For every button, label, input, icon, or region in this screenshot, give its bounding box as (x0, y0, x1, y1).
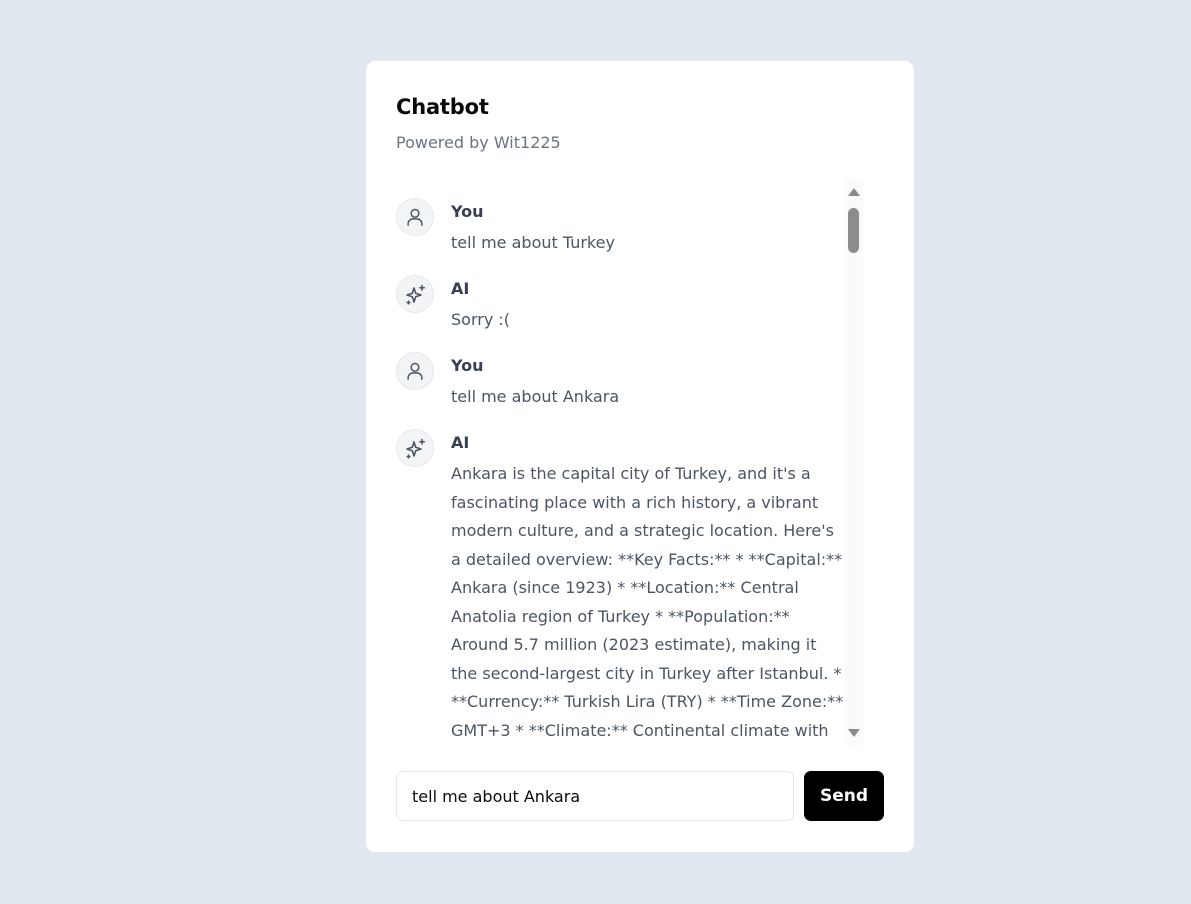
scroll-up-arrow-icon[interactable] (848, 188, 860, 196)
message-sender: You (451, 202, 484, 221)
message-text: tell me about Ankara (451, 387, 620, 406)
page-subtitle: Powered by Wit1225 (396, 133, 561, 152)
message-input[interactable] (396, 771, 794, 821)
chat-card: Chatbot Powered by Wit1225 You tell me a… (366, 61, 914, 852)
sparkles-icon (406, 284, 426, 305)
message-sender: AI (451, 433, 470, 452)
message-list[interactable]: You tell me about Turkey AI Sorry :(You… (396, 180, 845, 745)
scroll-thumb[interactable] (848, 208, 859, 253)
user-avatar (396, 198, 434, 236)
ai-avatar (396, 275, 434, 313)
message-sender: You (451, 356, 484, 375)
user-icon (407, 362, 423, 380)
message-text: tell me about Turkey (451, 233, 615, 252)
user-icon (407, 208, 423, 226)
sparkles-icon (406, 438, 426, 459)
ai-avatar (396, 429, 434, 467)
page-title: Chatbot (396, 95, 489, 119)
user-avatar (396, 352, 434, 390)
message-text: Ankara is the capital city of Turkey, an… (451, 464, 844, 740)
message-text: Sorry :( (451, 310, 511, 329)
scroll-down-arrow-icon[interactable] (848, 729, 860, 737)
send-button[interactable]: Send (804, 771, 884, 821)
message-sender: AI (451, 279, 470, 298)
message-scrollbar[interactable] (845, 180, 863, 745)
